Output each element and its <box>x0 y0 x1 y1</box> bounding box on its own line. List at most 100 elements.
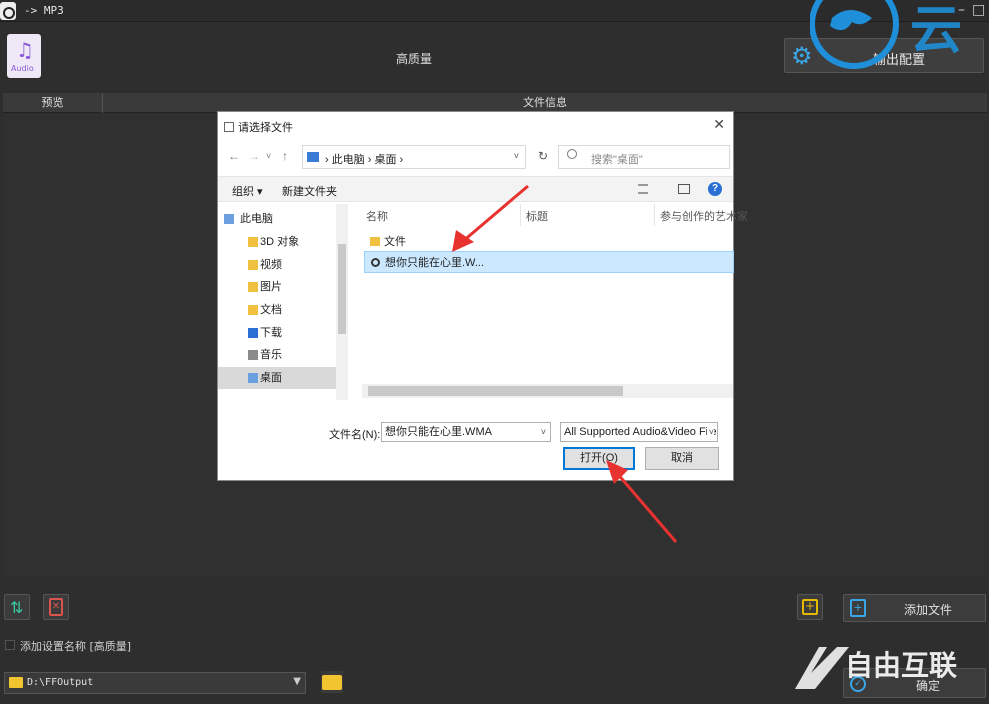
add-file-icon: + <box>850 599 866 617</box>
column-divider <box>520 204 521 226</box>
folder-icon <box>248 237 258 247</box>
horizontal-scrollbar-thumb[interactable] <box>368 386 623 396</box>
audio-file-icon <box>371 258 380 267</box>
open-file-dialog: 请选择文件 ✕ ← → ˅ ↑ › 此电脑 › 桌面 › ˅ ↻ 搜索"桌面" … <box>217 111 748 481</box>
folder-path-icon <box>307 152 319 162</box>
add-folder-icon: + <box>802 599 818 615</box>
tree-item-pc[interactable]: 此电脑 <box>218 208 336 230</box>
help-icon[interactable]: ? <box>708 182 722 196</box>
chevron-down-icon[interactable]: ˅ <box>706 423 714 441</box>
output-config-button[interactable]: ⚙ 输出配置 <box>784 38 984 73</box>
filename-label: 文件名(N): <box>329 429 381 441</box>
filename-input[interactable]: 想你只能在心里.WMA ˅ <box>381 422 551 442</box>
artist-column-header[interactable]: 参与创作的艺术家 <box>660 208 748 224</box>
delete-button[interactable]: ✕ <box>43 594 69 620</box>
cancel-button[interactable]: 取消 <box>645 447 719 470</box>
tree-item-label: 图片 <box>260 281 282 293</box>
preview-column-header[interactable]: 预览 <box>3 93 103 113</box>
recent-dropdown-icon[interactable]: ˅ <box>266 151 271 161</box>
folder-icon <box>370 237 380 246</box>
file-type-select[interactable]: All Supported Audio&Video Files ˅ <box>560 422 718 442</box>
open-button[interactable]: 打开(O) <box>563 447 635 470</box>
tree-item-music[interactable]: 音乐 <box>218 344 336 366</box>
add-setting-name-checkbox[interactable] <box>5 640 15 650</box>
add-file-button[interactable]: + 添加文件 <box>843 594 986 622</box>
organize-menu[interactable]: 组织 ▾ <box>232 183 263 199</box>
app-logo-icon <box>0 2 16 20</box>
search-icon <box>567 149 577 159</box>
output-config-label: 输出配置 <box>873 53 926 68</box>
search-placeholder: 搜索"桌面" <box>591 154 643 166</box>
tree-item-label: 音乐 <box>260 349 282 361</box>
chevron-down-icon[interactable]: ˅ <box>514 151 519 161</box>
up-icon[interactable]: ↑ <box>282 149 288 163</box>
new-folder-button[interactable]: 新建文件夹 <box>282 183 337 199</box>
tree-item-desktop[interactable]: 桌面 <box>218 367 336 389</box>
folder-icon <box>9 677 23 688</box>
tree-item-pictures[interactable]: 图片 <box>218 276 336 298</box>
video-icon <box>248 260 258 270</box>
sort-icon: ⇅ <box>10 598 24 617</box>
delete-icon: ✕ <box>49 598 63 616</box>
close-icon[interactable]: ✕ <box>713 116 725 133</box>
file-table-header: 预览 文件信息 <box>3 93 987 113</box>
check-icon: ✓ <box>850 676 866 692</box>
file-row-audio[interactable]: 想你只能在心里.W... <box>364 251 734 273</box>
desktop-icon <box>248 373 258 383</box>
document-icon <box>248 305 258 315</box>
navigation-bar: ← → ˅ ↑ › 此电脑 › 桌面 › ˅ ↻ 搜索"桌面" <box>226 145 730 169</box>
file-list-header: 名称 标题 参与创作的艺术家 <box>348 204 748 226</box>
minimize-icon[interactable]: – <box>958 2 965 18</box>
forward-icon[interactable]: → <box>248 149 260 163</box>
breadcrumb[interactable]: › 此电脑 › 桌面 › <box>325 151 403 167</box>
window-title: -> MP3 <box>24 4 64 17</box>
file-info-column-header[interactable]: 文件信息 <box>523 93 567 113</box>
picture-icon <box>248 282 258 292</box>
tree-item-documents[interactable]: 文档 <box>218 299 336 321</box>
tree-item-label: 文档 <box>260 304 282 316</box>
open-folder-icon <box>322 675 342 690</box>
tree-scrollbar[interactable] <box>336 204 348 400</box>
file-list-horizontal-scrollbar[interactable] <box>362 384 733 398</box>
tree-item-label: 视频 <box>260 259 282 271</box>
tree-item-videos[interactable]: 视频 <box>218 254 336 276</box>
tree-item-label: 桌面 <box>260 372 282 384</box>
column-divider <box>654 204 655 226</box>
output-path-value: D:\FFOutput <box>27 677 94 688</box>
view-options-icon[interactable] <box>638 184 648 194</box>
music-note-icon: ♫ <box>16 38 34 62</box>
file-name: 文件 <box>384 236 406 248</box>
tree-item-label: 3D 对象 <box>260 236 300 248</box>
file-name: 想你只能在心里.W... <box>385 257 484 269</box>
dialog-toolbar: 组织 ▾ 新建文件夹 ? <box>218 176 733 202</box>
add-file-label: 添加文件 <box>904 603 953 617</box>
ok-label: 确定 <box>916 679 941 693</box>
add-folder-button[interactable]: + <box>797 594 823 620</box>
dialog-title-bar: 请选择文件 <box>224 119 293 135</box>
title-column-header[interactable]: 标题 <box>526 208 548 224</box>
sort-button[interactable]: ⇅ <box>4 594 30 620</box>
tree-item-label: 此电脑 <box>240 213 273 225</box>
output-path-select[interactable]: D:\FFOutput ▼ <box>4 672 306 694</box>
browse-folder-button[interactable] <box>321 671 343 693</box>
chevron-down-icon: ▼ <box>293 676 301 687</box>
refresh-icon[interactable]: ↻ <box>538 149 548 163</box>
add-setting-name-label: 添加设置名称 [高质量] <box>20 640 132 653</box>
tree-item-3d-objects[interactable]: 3D 对象 <box>218 231 336 253</box>
quality-label: 高质量 <box>396 52 433 66</box>
tree-item-downloads[interactable]: 下载 <box>218 322 336 344</box>
chevron-down-icon[interactable]: ˅ <box>541 423 546 441</box>
navigation-tree: 此电脑 3D 对象 视频 图片 文档 下载 音乐 桌面 <box>218 204 348 400</box>
back-icon[interactable]: ← <box>228 149 240 163</box>
name-column-header[interactable]: 名称 <box>366 208 388 224</box>
ok-button[interactable]: ✓ 确定 <box>843 668 986 698</box>
dialog-title: 请选择文件 <box>238 122 293 134</box>
search-input[interactable]: 搜索"桌面" <box>558 145 730 169</box>
file-row-folder[interactable]: 文件 <box>364 231 734 253</box>
pc-icon <box>224 214 234 224</box>
tree-scrollbar-thumb[interactable] <box>338 244 346 334</box>
preview-pane-icon[interactable] <box>678 184 690 194</box>
address-bar[interactable]: › 此电脑 › 桌面 › ˅ <box>302 145 526 169</box>
maximize-icon[interactable]: □ <box>972 2 985 18</box>
dialog-app-icon <box>224 122 234 132</box>
